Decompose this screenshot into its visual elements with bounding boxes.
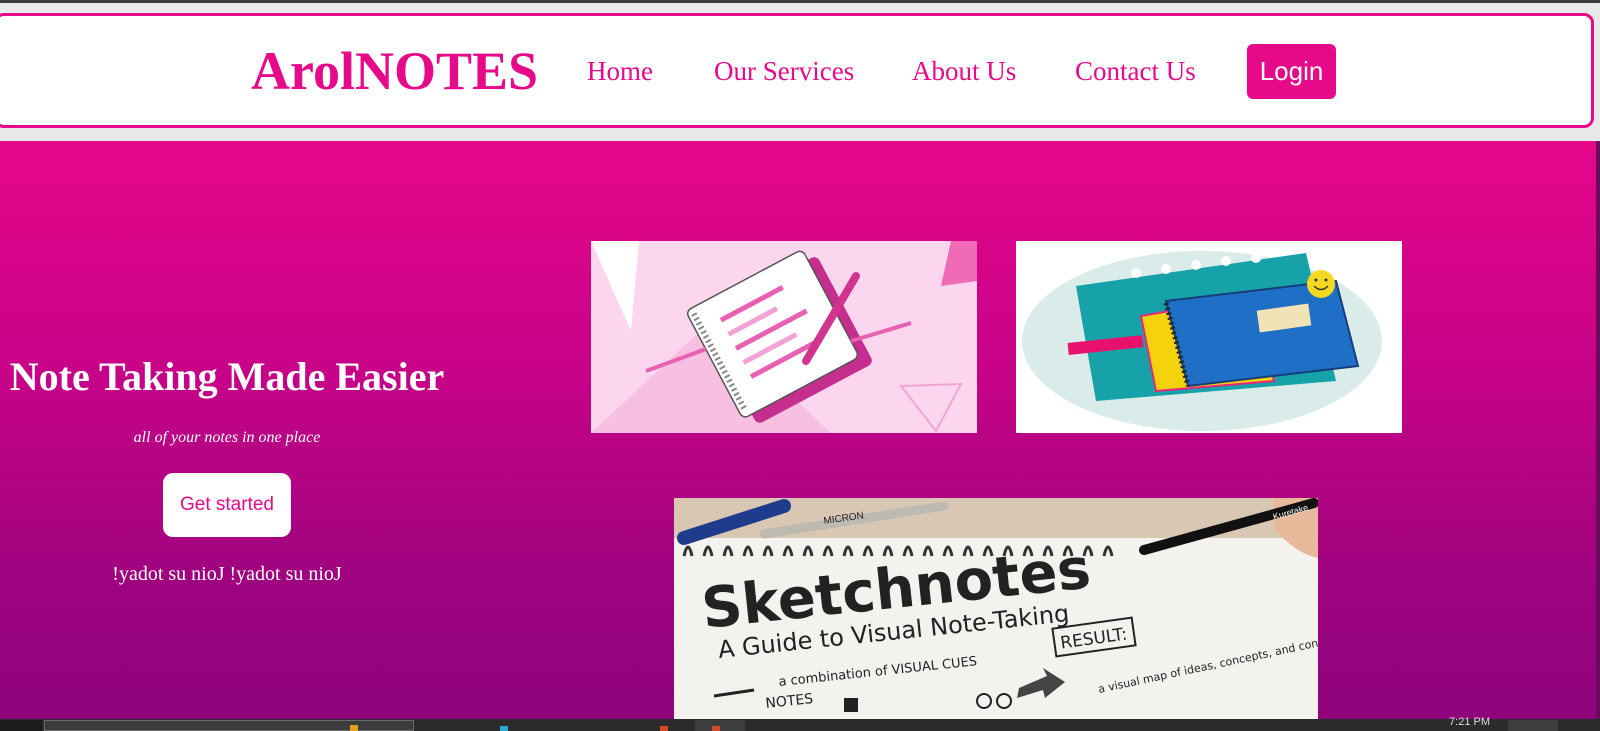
sketchnotes-book-image: MICRON Kuretake Sketchnotes A Guide to V…: [674, 498, 1318, 719]
window-top-edge: [0, 0, 1600, 3]
nav-link-services[interactable]: Our Services: [714, 56, 854, 86]
notebooks-stack-image: [1016, 241, 1402, 433]
hero-title: Note Taking Made Easier: [9, 354, 445, 399]
notification-area-icon[interactable]: [1508, 720, 1558, 731]
os-taskbar: 7:21 PM: [0, 716, 1600, 731]
get-started-button[interactable]: Get started: [163, 473, 291, 537]
hero-subtitle: all of your notes in one place: [133, 429, 321, 446]
start-icon[interactable]: [0, 720, 42, 731]
nav-link-about[interactable]: About Us: [912, 56, 1016, 86]
notebook-illustration-image: [591, 241, 977, 433]
browser-icon[interactable]: [500, 726, 508, 731]
nav-link-contact[interactable]: Contact Us: [1075, 56, 1196, 86]
navbar: ArolNOTES Home Our Services About Us Con…: [0, 13, 1594, 128]
folder-icon[interactable]: [350, 725, 358, 731]
page-scrollbar[interactable]: [1596, 141, 1600, 719]
taskbar-search-box[interactable]: [44, 720, 414, 731]
taskbar-clock[interactable]: 7:21 PM: [1449, 716, 1490, 728]
app-icon[interactable]: [660, 726, 668, 731]
chrome-icon: [712, 726, 720, 731]
nav-link-home[interactable]: Home: [587, 56, 653, 86]
hero-tagline: !yadot su nioJ !yadot su nioJ: [112, 563, 342, 585]
hero-section: Note Taking Made Easier all of your note…: [0, 141, 1596, 719]
brand-logo[interactable]: ArolNOTES: [251, 40, 538, 102]
active-app-icon[interactable]: [695, 720, 745, 731]
login-button[interactable]: Login: [1247, 44, 1336, 99]
